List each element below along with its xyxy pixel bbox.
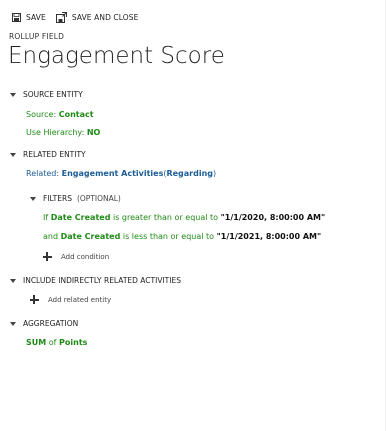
save-and-close-label: SAVE AND CLOSE bbox=[71, 12, 139, 22]
command-bar: SAVE SAVE AND CLOSE bbox=[12, 9, 148, 25]
caret-down-icon bbox=[30, 196, 36, 201]
filters-section-header[interactable]: FILTERS (OPTIONAL) bbox=[30, 194, 121, 203]
related-entity-link[interactable]: Engagement Activities bbox=[62, 169, 164, 178]
related-prefix: Related: bbox=[26, 169, 60, 178]
section-heading: INCLUDE INDIRECTLY RELATED ACTIVITIES bbox=[23, 276, 181, 285]
save-label: SAVE bbox=[26, 12, 46, 22]
condition-operator[interactable]: is greater than or equal to bbox=[113, 213, 218, 222]
aggregation-of: of bbox=[48, 338, 57, 347]
condition-field[interactable]: Date Created bbox=[61, 232, 121, 241]
use-hierarchy-prefix: Use Hierarchy: bbox=[26, 128, 85, 137]
caret-down-icon bbox=[10, 321, 16, 326]
use-hierarchy-value[interactable]: NO bbox=[87, 128, 101, 137]
caret-down-icon bbox=[10, 92, 16, 97]
related-line: Related: Engagement Activities(Regarding… bbox=[26, 169, 216, 178]
aggregation-line: SUM of Points bbox=[26, 338, 87, 347]
filters-heading: FILTERS bbox=[43, 194, 72, 203]
related-paren-close: ) bbox=[213, 169, 217, 178]
floppy-disk-icon bbox=[12, 12, 21, 22]
regarding-link[interactable]: Regarding bbox=[166, 169, 213, 178]
source-line: Source: Contact bbox=[26, 110, 94, 119]
condition-lead: and bbox=[43, 232, 59, 241]
save-and-close-icon bbox=[55, 11, 67, 23]
aggregation-field[interactable]: Points bbox=[59, 338, 87, 347]
aggregation-function[interactable]: SUM bbox=[26, 338, 46, 347]
condition-value[interactable]: "1/1/2021, 8:00:00 AM" bbox=[217, 232, 322, 241]
filters-optional-label: (OPTIONAL) bbox=[76, 194, 121, 203]
add-related-entity-label: Add related entity bbox=[48, 295, 112, 304]
plus-icon bbox=[30, 295, 39, 304]
condition-operator[interactable]: is less than or equal to bbox=[123, 232, 214, 241]
section-heading: RELATED ENTITY bbox=[23, 150, 86, 159]
condition-value[interactable]: "1/1/2020, 8:00:00 AM" bbox=[221, 213, 326, 222]
add-condition-label: Add condition bbox=[61, 252, 110, 261]
condition-lead: If bbox=[43, 213, 49, 222]
aggregation-section-header[interactable]: AGGREGATION bbox=[10, 319, 78, 328]
add-condition-button[interactable]: Add condition bbox=[43, 252, 109, 261]
section-heading: AGGREGATION bbox=[23, 319, 79, 328]
source-entity-value[interactable]: Contact bbox=[59, 110, 94, 119]
filter-condition-row[interactable]: and Date Created is less than or equal t… bbox=[43, 232, 321, 241]
page-title: Engagement Score bbox=[8, 43, 225, 69]
add-related-entity-button[interactable]: Add related entity bbox=[30, 295, 111, 304]
include-indirect-section-header[interactable]: INCLUDE INDIRECTLY RELATED ACTIVITIES bbox=[10, 276, 181, 285]
filter-condition-row[interactable]: If Date Created is greater than or equal… bbox=[43, 213, 325, 222]
save-button[interactable]: SAVE bbox=[12, 12, 46, 22]
save-and-close-button[interactable]: SAVE AND CLOSE bbox=[55, 11, 139, 23]
caret-down-icon bbox=[10, 278, 16, 283]
condition-field[interactable]: Date Created bbox=[51, 213, 111, 222]
rollup-field-label: ROLLUP FIELD bbox=[9, 32, 65, 41]
use-hierarchy-line: Use Hierarchy: NO bbox=[26, 128, 100, 137]
caret-down-icon bbox=[10, 152, 16, 157]
plus-icon bbox=[43, 252, 52, 261]
source-entity-section-header[interactable]: SOURCE ENTITY bbox=[10, 90, 83, 99]
source-prefix: Source: bbox=[26, 110, 57, 119]
related-entity-section-header[interactable]: RELATED ENTITY bbox=[10, 150, 86, 159]
section-heading: SOURCE ENTITY bbox=[23, 90, 83, 99]
